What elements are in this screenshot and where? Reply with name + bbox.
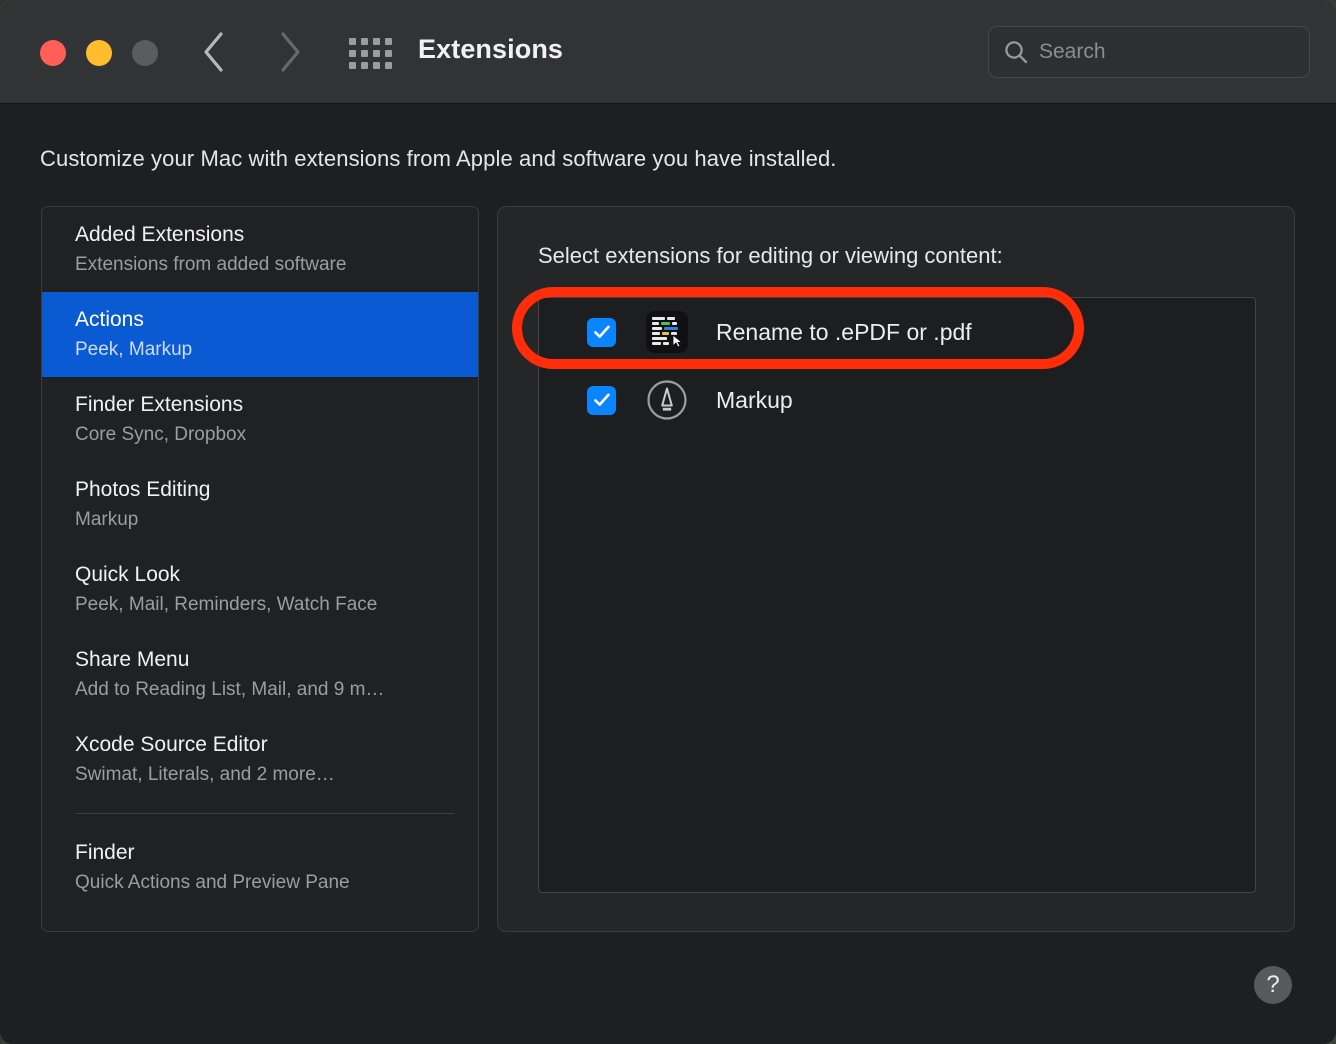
sidebar-item-title: Quick Look [75, 563, 181, 586]
window-toolbar: Extensions Search [0, 0, 1336, 104]
sidebar-item-subtitle: Peek, Mail, Reminders, Watch Face [75, 594, 378, 615]
sidebar-divider [75, 813, 454, 814]
sidebar-item-photos-editing[interactable]: Photos Editing Markup [42, 462, 478, 547]
sidebar-item-xcode-source-editor[interactable]: Xcode Source Editor Swimat, Literals, an… [42, 717, 478, 802]
intro-description: Customize your Mac with extensions from … [40, 146, 837, 171]
sidebar-item-title: Added Extensions [75, 223, 245, 246]
sidebar-item-finder-extensions[interactable]: Finder Extensions Core Sync, Dropbox [42, 377, 478, 462]
panel-heading: Select extensions for editing or viewing… [538, 243, 1003, 268]
sidebar-item-title: Xcode Source Editor [75, 733, 268, 756]
markup-pen-icon [646, 379, 688, 421]
sidebar-item-subtitle: Swimat, Literals, and 2 more… [75, 764, 335, 785]
extension-categories-sidebar[interactable]: Added Extensions Extensions from added s… [41, 206, 479, 932]
navigation-arrows [190, 28, 314, 76]
extension-checkbox[interactable] [587, 317, 616, 347]
preferences-body: Customize your Mac with extensions from … [0, 104, 1336, 1044]
search-field[interactable]: Search [988, 26, 1310, 78]
sidebar-item-subtitle: Markup [75, 509, 139, 530]
close-window-button[interactable] [40, 40, 66, 66]
extensions-list[interactable]: Rename to .ePDF or .pdf Markup [538, 297, 1256, 893]
sidebar-item-title: Finder Extensions [75, 393, 244, 416]
sidebar-item-title: Share Menu [75, 648, 190, 671]
extensions-detail-panel: Select extensions for editing or viewing… [497, 206, 1295, 932]
epdf-document-icon [646, 311, 688, 353]
show-all-grid-icon[interactable] [349, 38, 393, 69]
search-icon [1005, 41, 1028, 64]
minimize-window-button[interactable] [86, 40, 112, 66]
sidebar-item-subtitle: Add to Reading List, Mail, and 9 m… [75, 679, 385, 700]
extension-checkbox[interactable] [587, 385, 616, 415]
search-input-placeholder: Search [1039, 40, 1106, 63]
help-button[interactable]: ? [1254, 966, 1292, 1004]
traffic-light-controls [40, 40, 158, 66]
sidebar-item-subtitle: Extensions from added software [75, 254, 347, 275]
checkmark-icon [593, 393, 610, 406]
sidebar-item-title: Photos Editing [75, 478, 211, 501]
sidebar-item-subtitle: Core Sync, Dropbox [75, 424, 247, 445]
sidebar-item-actions[interactable]: Actions Peek, Markup [42, 292, 478, 377]
extension-row-rename-to-epdf[interactable]: Rename to .ePDF or .pdf [539, 298, 1255, 366]
sidebar-item-subtitle: Peek, Markup [75, 339, 193, 360]
sidebar-item-added-extensions[interactable]: Added Extensions Extensions from added s… [42, 207, 478, 292]
forward-chevron-icon[interactable] [266, 28, 314, 76]
sidebar-item-quick-look[interactable]: Quick Look Peek, Mail, Reminders, Watch … [42, 547, 478, 632]
extension-name: Markup [716, 386, 793, 413]
cursor-arrow-icon [672, 334, 683, 348]
window-title: Extensions [418, 34, 564, 64]
extension-row-markup[interactable]: Markup [539, 366, 1255, 434]
extension-name: Rename to .ePDF or .pdf [716, 318, 972, 345]
zoom-window-button[interactable] [132, 40, 158, 66]
sidebar-item-title: Actions [75, 308, 144, 331]
sidebar-item-finder[interactable]: Finder Quick Actions and Preview Pane [42, 825, 478, 910]
sidebar-item-subtitle: Quick Actions and Preview Pane [75, 872, 350, 893]
back-chevron-icon[interactable] [190, 28, 238, 76]
sidebar-item-share-menu[interactable]: Share Menu Add to Reading List, Mail, an… [42, 632, 478, 717]
extensions-preferences-window: Extensions Search Customize your Mac wit… [0, 0, 1336, 1044]
sidebar-item-title: Finder [75, 841, 135, 864]
checkmark-icon [593, 325, 610, 338]
